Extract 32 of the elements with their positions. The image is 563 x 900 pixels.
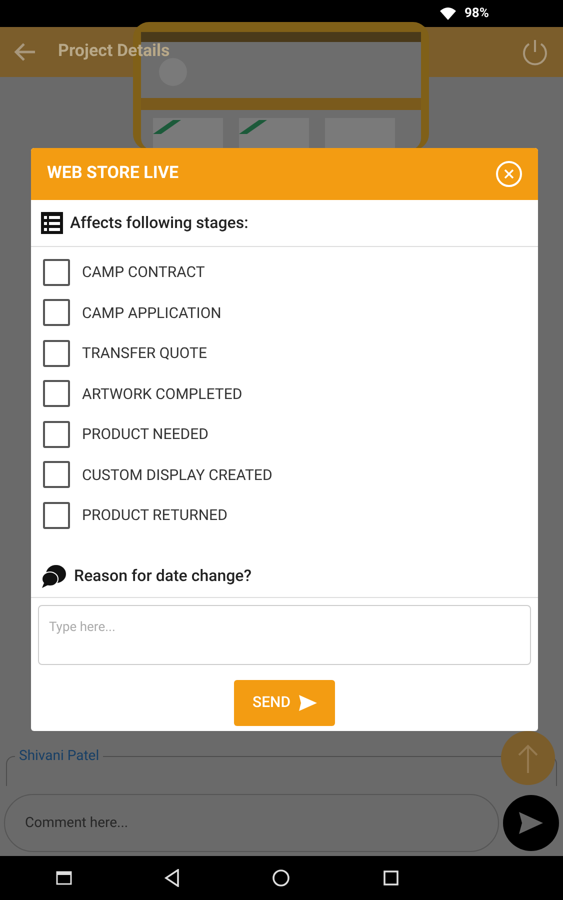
chat-bubbles-icon	[41, 564, 66, 588]
stage-checkbox[interactable]	[43, 340, 70, 367]
stage-label: PRODUCT NEEDED	[82, 424, 208, 445]
send-button[interactable]: SEND	[234, 680, 335, 726]
recents-icon[interactable]	[382, 870, 399, 886]
window-icon[interactable]	[56, 871, 72, 885]
send-icon	[298, 694, 316, 710]
up-arrow-icon	[517, 743, 539, 773]
stage-checkbox[interactable]	[43, 299, 70, 326]
stage-label: ARTWORK COMPLETED	[82, 384, 242, 404]
stage-label: TRANSFER QUOTE	[82, 343, 208, 364]
comment-field[interactable]: Comment here...	[4, 794, 499, 852]
back-icon[interactable]	[164, 869, 180, 887]
reason-heading: Reason for date change?	[74, 565, 252, 587]
stages-heading: Affects following stages:	[70, 212, 248, 234]
dialog-title: WEB STORE LIVE	[47, 162, 179, 186]
stage-label: CAMP CONTRACT	[82, 262, 205, 283]
stage-checkbox[interactable]	[43, 420, 70, 448]
stage-checkbox[interactable]	[43, 461, 70, 488]
battery-level: 98%	[464, 4, 489, 23]
stage-checkbox[interactable]	[43, 380, 70, 408]
wifi-icon	[440, 7, 456, 20]
list-icon	[41, 212, 63, 234]
home-icon[interactable]	[272, 869, 290, 887]
stage-label: CAMP APPLICATION	[82, 302, 222, 324]
stage-label: PRODUCT RETURNED	[82, 505, 228, 526]
stage-checkbox[interactable]	[43, 502, 70, 529]
stage-label: CUSTOM DISPLAY CREATED	[82, 464, 272, 486]
reason-field[interactable]: Type here...	[38, 604, 531, 664]
stage-checkbox[interactable]	[43, 258, 70, 286]
close-icon	[504, 169, 514, 179]
send-icon	[519, 812, 543, 834]
